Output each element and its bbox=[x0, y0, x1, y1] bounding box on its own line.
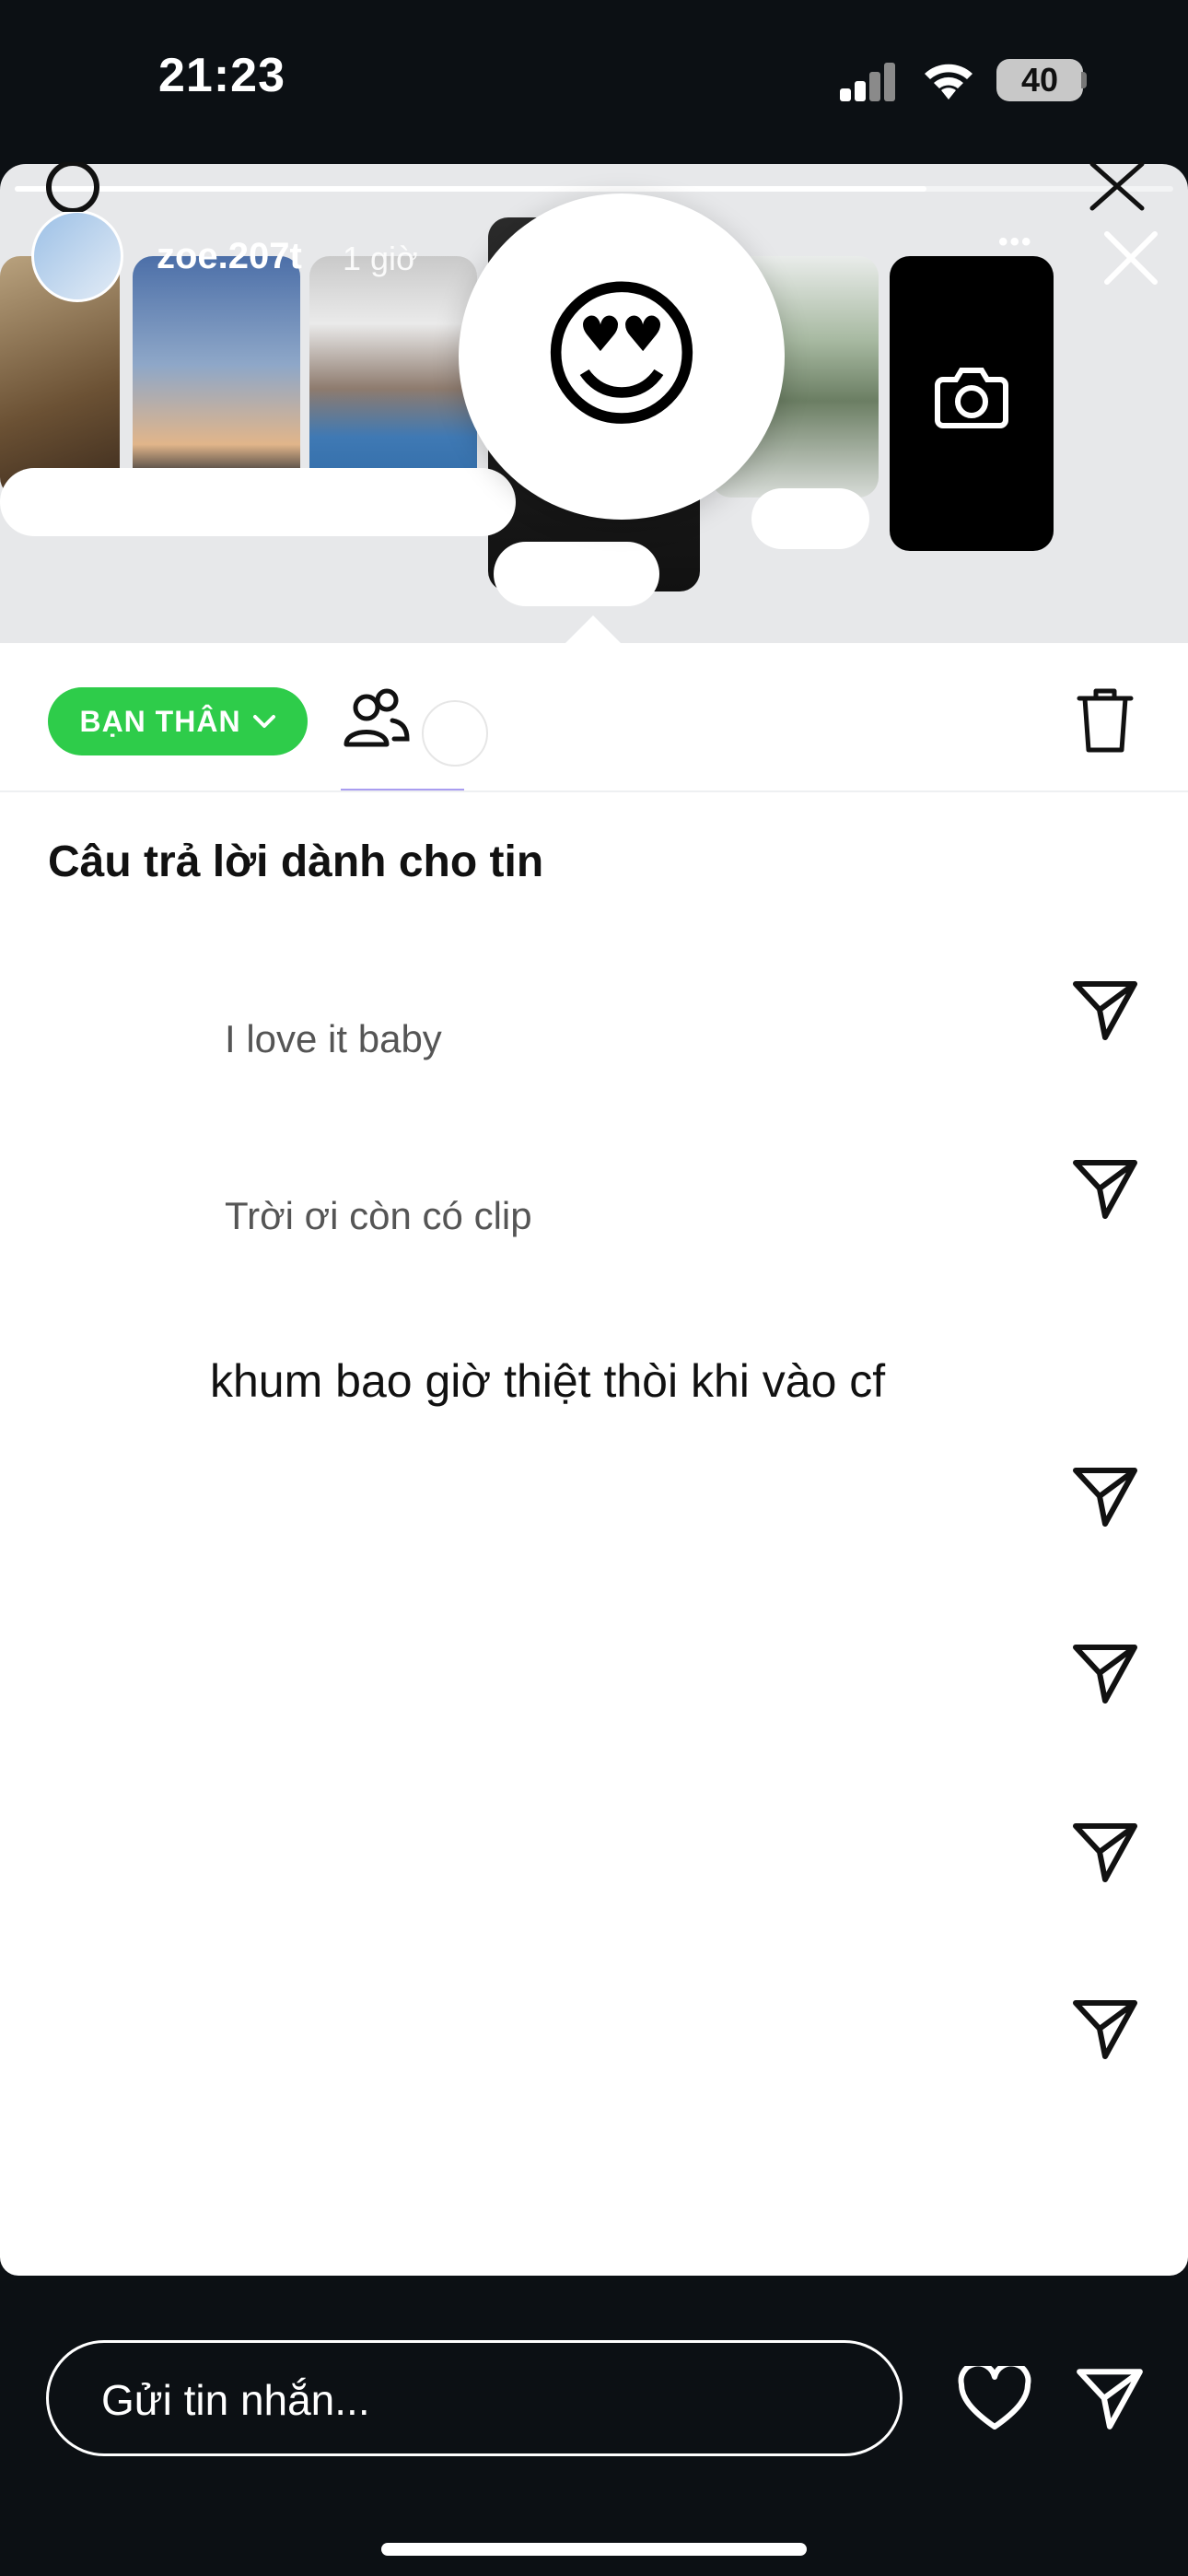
avatar[interactable] bbox=[31, 210, 123, 302]
send-reply-icon[interactable] bbox=[1068, 1636, 1142, 1710]
audience-close-friends-button[interactable]: BẠN THÂN bbox=[48, 687, 308, 755]
trash-icon[interactable] bbox=[1074, 685, 1136, 755]
send-reply-icon[interactable] bbox=[1068, 1815, 1142, 1889]
sheet-pointer bbox=[562, 615, 624, 647]
reply-text: khum bao giờ thiệt thòi khi vào cf bbox=[210, 1355, 886, 1407]
send-reply-icon[interactable] bbox=[1068, 1459, 1142, 1533]
viewers-people-icon[interactable] bbox=[341, 687, 413, 752]
status-time: 21:23 bbox=[158, 49, 285, 102]
heart-icon[interactable] bbox=[958, 2366, 1031, 2432]
close-icon[interactable] bbox=[1101, 228, 1160, 287]
send-message-icon[interactable] bbox=[1072, 2360, 1147, 2436]
send-reply-icon[interactable] bbox=[1068, 973, 1142, 1047]
camera-icon bbox=[935, 368, 1008, 428]
heart-eyes-reaction-emoji: 😍 bbox=[537, 266, 706, 447]
battery-tip bbox=[1081, 72, 1087, 88]
redaction-blob bbox=[0, 468, 516, 536]
divider bbox=[0, 790, 1188, 792]
chevron-down-icon bbox=[252, 715, 275, 728]
send-reply-icon[interactable] bbox=[1068, 1152, 1142, 1225]
wifi-icon bbox=[925, 64, 973, 100]
redaction-blob bbox=[494, 542, 659, 606]
replies-sheet bbox=[0, 643, 1188, 2276]
battery-indicator: 40 bbox=[996, 59, 1083, 101]
send-reply-icon[interactable] bbox=[1068, 1992, 1142, 2066]
viewer-avatar[interactable] bbox=[422, 700, 488, 767]
cellular-signal-icon bbox=[840, 63, 895, 101]
reply-text: I love it baby bbox=[225, 1017, 442, 1060]
message-input-placeholder: Gửi tin nhắn... bbox=[101, 2376, 370, 2424]
story-progress-fill bbox=[15, 186, 926, 192]
reply-text: Trời ơi còn có clip bbox=[225, 1194, 532, 1237]
story-thumbnail[interactable] bbox=[309, 256, 477, 498]
settings-gear-icon[interactable] bbox=[39, 162, 107, 212]
home-indicator bbox=[381, 2543, 807, 2556]
close-icon-back bbox=[1089, 161, 1145, 211]
more-options-button[interactable]: ••• bbox=[998, 227, 1033, 258]
story-time: 1 giờ bbox=[343, 240, 418, 277]
audience-label: BẠN THÂN bbox=[79, 704, 241, 738]
story-username[interactable]: zoe.207t bbox=[157, 236, 302, 277]
add-story-camera-tile[interactable] bbox=[890, 256, 1054, 551]
story-thumbnail[interactable] bbox=[133, 256, 300, 498]
replies-heading: Câu trả lời dành cho tin bbox=[48, 837, 544, 886]
